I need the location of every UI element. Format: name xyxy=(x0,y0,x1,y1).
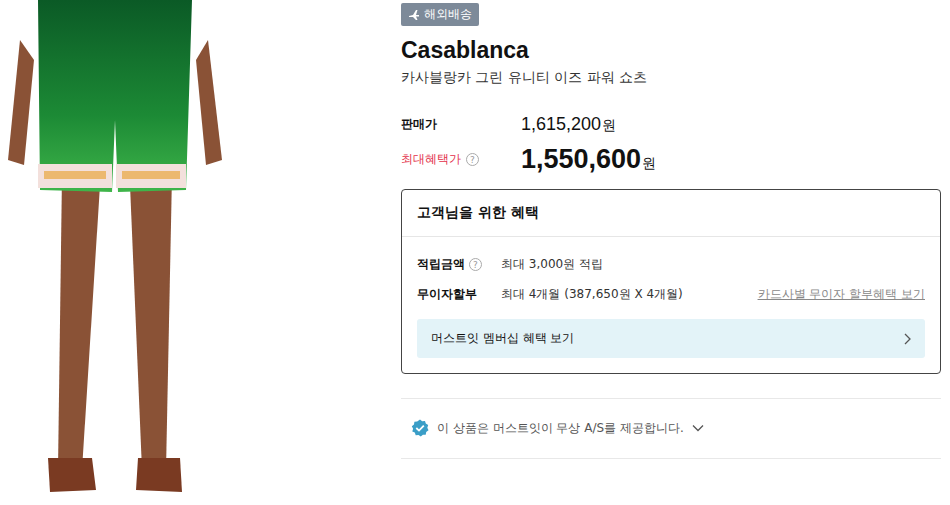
price-label-text: 최대혜택가 xyxy=(401,151,461,168)
benefit-rows: 적립금액?최대 3,000원 적립무이자할부최대 4개월 (387,650원 X… xyxy=(402,237,940,304)
benefit-row: 무이자할부 최대 4개월 (387,650원 X 4개월)카드사별 무이자 할부혜… xyxy=(417,285,925,304)
benefit-value: 최대 3,000원 적립 xyxy=(501,256,925,273)
benefit-label: 무이자할부 xyxy=(417,286,501,303)
benefit-label-text: 적립금액 xyxy=(417,256,465,273)
price-row: 판매가 1,615,200원 xyxy=(401,112,941,136)
verified-icon xyxy=(411,419,429,437)
price-value: 1,550,600원 xyxy=(521,144,656,175)
benefit-row: 적립금액?최대 3,000원 적립 xyxy=(417,255,925,274)
membership-label: 머스트잇 멤버십 혜택 보기 xyxy=(431,330,574,347)
price-label: 최대혜택가? xyxy=(401,151,521,168)
product-name: 카사블랑카 그린 유니티 이즈 파워 쇼츠 xyxy=(401,68,941,86)
overseas-badge: 해외배송 xyxy=(401,3,479,26)
price-label: 판매가 xyxy=(401,116,521,133)
price-label-text: 판매가 xyxy=(401,116,437,133)
membership-button[interactable]: 머스트잇 멤버십 혜택 보기 xyxy=(417,319,925,358)
price-amount: 1,615,200 xyxy=(521,114,601,134)
chevron-down-icon xyxy=(692,424,704,432)
chevron-right-icon xyxy=(903,333,911,345)
benefits-box: 고객님을 위한 혜택적립금액?최대 3,000원 적립무이자할부최대 4개월 (… xyxy=(401,189,941,374)
price-value: 1,615,200원 xyxy=(521,114,616,135)
as-notice[interactable]: 이 상품은 머스트잇이 무상 A/S를 제공합니다. xyxy=(401,398,941,459)
price-unit: 원 xyxy=(642,155,656,171)
benefit-label: 적립금액? xyxy=(417,256,501,273)
installment-link[interactable]: 카드사별 무이자 할부혜택 보기 xyxy=(758,286,925,303)
price-unit: 원 xyxy=(602,117,616,133)
price-row: 최대혜택가?1,550,600원 xyxy=(401,144,941,175)
benefits-title: 고객님을 위한 혜택 xyxy=(402,190,940,237)
airplane-icon xyxy=(408,9,420,21)
benefit-label-text: 무이자할부 xyxy=(417,286,477,303)
product-photo xyxy=(0,0,230,505)
help-icon[interactable]: ? xyxy=(469,258,482,271)
help-icon[interactable]: ? xyxy=(466,153,479,166)
brand-name[interactable]: Casablanca xyxy=(401,36,941,64)
benefit-value: 최대 4개월 (387,650원 X 4개월) xyxy=(501,286,758,303)
as-notice-text: 이 상품은 머스트잇이 무상 A/S를 제공합니다. xyxy=(437,420,684,437)
badge-label: 해외배송 xyxy=(424,6,472,23)
price-amount: 1,550,600 xyxy=(521,144,641,174)
product-image xyxy=(0,0,230,505)
product-info: 해외배송 Casablanca 카사블랑카 그린 유니티 이즈 파워 쇼츠판매가 1,… xyxy=(230,0,941,505)
price-list: 판매가1,615,200원최대혜택가?1,550,600원 xyxy=(401,112,941,175)
